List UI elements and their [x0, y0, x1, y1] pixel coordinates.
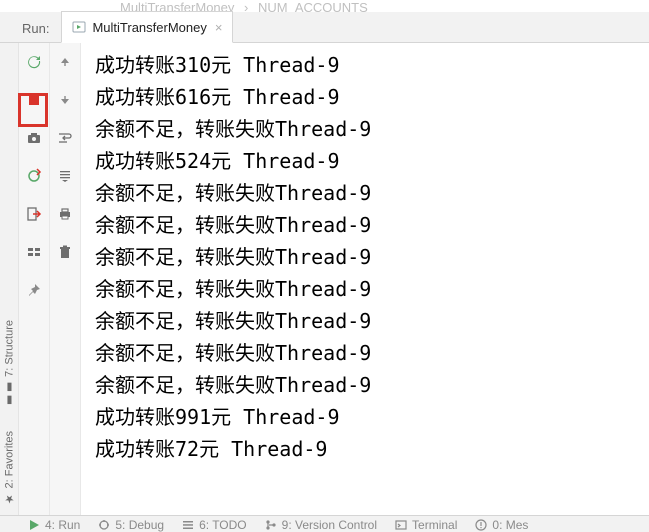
- rerun-button[interactable]: [21, 49, 47, 75]
- scroll-to-end-button[interactable]: [52, 163, 78, 189]
- exit-button[interactable]: [21, 201, 47, 227]
- layout-button[interactable]: [21, 239, 47, 265]
- left-tool-rail: ▮▮ 7: Structure ★ 2: Favorites: [0, 43, 19, 515]
- screenshot-button[interactable]: [21, 125, 47, 151]
- breadcrumb-item[interactable]: NUM_ACCOUNTS: [258, 0, 368, 12]
- run-config-icon: [72, 20, 86, 34]
- run-label: Run:: [0, 21, 61, 42]
- down-stack-button[interactable]: [52, 87, 78, 113]
- bottom-todo[interactable]: 6: TODO: [182, 518, 247, 532]
- star-icon: ★: [3, 492, 16, 505]
- stop-button[interactable]: [21, 87, 47, 113]
- tab-label: MultiTransferMoney: [92, 20, 206, 35]
- tab-run-config[interactable]: MultiTransferMoney ×: [61, 11, 233, 43]
- soft-wrap-button[interactable]: [52, 125, 78, 151]
- bottom-messages[interactable]: 0: Mes: [475, 518, 528, 532]
- rail-structure[interactable]: ▮▮ 7: Structure: [3, 320, 16, 407]
- bottom-debug[interactable]: 5: Debug: [98, 518, 164, 532]
- up-stack-button[interactable]: [52, 49, 78, 75]
- run-header: Run: MultiTransferMoney ×: [0, 12, 649, 43]
- rerun-failed-button[interactable]: [21, 163, 47, 189]
- pin-button[interactable]: [21, 277, 47, 303]
- close-icon[interactable]: ×: [215, 20, 223, 35]
- breadcrumb-sep: ›: [244, 0, 248, 12]
- bottom-tool-bar: 4: Run 5: Debug 6: TODO 9: Version Contr…: [0, 515, 649, 532]
- run-toolbar-secondary: [50, 43, 81, 515]
- bottom-terminal[interactable]: Terminal: [395, 518, 457, 532]
- rail-favorites[interactable]: ★ 2: Favorites: [3, 431, 16, 505]
- console-text: 成功转账310元 Thread-9 成功转账616元 Thread-9 余额不足…: [95, 49, 641, 465]
- run-toolbar-primary: [19, 43, 50, 515]
- print-button[interactable]: [52, 201, 78, 227]
- clear-button[interactable]: [52, 239, 78, 265]
- bottom-version-control[interactable]: 9: Version Control: [265, 518, 377, 532]
- console-output[interactable]: 成功转账310元 Thread-9 成功转账616元 Thread-9 余额不足…: [81, 43, 649, 515]
- bottom-run[interactable]: 4: Run: [28, 518, 80, 532]
- structure-icon: ▮▮: [3, 381, 16, 407]
